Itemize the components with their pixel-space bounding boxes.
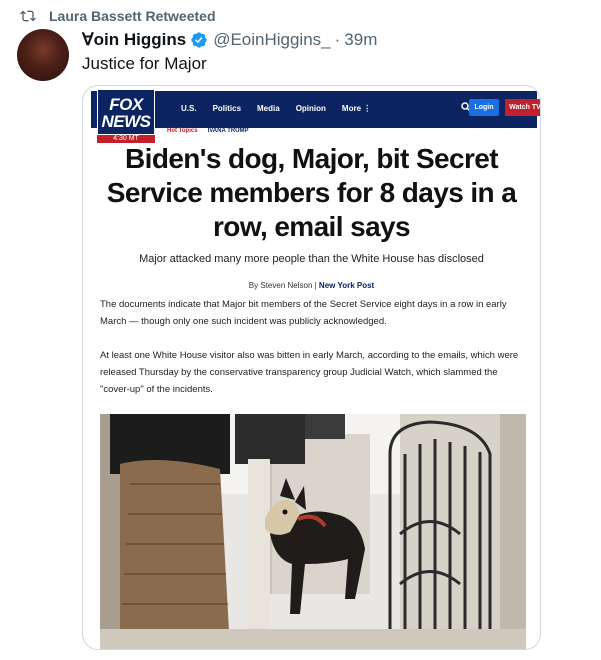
timestamp[interactable]: 39m: [344, 30, 377, 50]
tweet-text: Justice for Major: [82, 54, 207, 73]
hot-topics: Hot Topics IVANA TRUMP: [167, 128, 249, 134]
byline-author: By Steven Nelson |: [248, 281, 319, 290]
nav-link-opinion: Opinion: [295, 104, 326, 113]
fox-nav-bar: U.S. Politics Media Opinion More ⋮ Login…: [91, 91, 540, 128]
article-paragraph-2: At least one White House visitor also wa…: [100, 350, 519, 395]
article-paragraph-1: The documents indicate that Major bit me…: [100, 299, 507, 327]
avatar[interactable]: [17, 29, 69, 81]
nav-link-us: U.S.: [181, 104, 197, 113]
media-card[interactable]: U.S. Politics Media Opinion More ⋮ Login…: [82, 85, 541, 650]
article-photo-dog: [100, 414, 526, 649]
verified-badge-icon: [191, 32, 207, 48]
fox-nav-links: U.S. Politics Media Opinion More ⋮: [181, 104, 371, 113]
watch-tv-button: Watch TV: [505, 99, 540, 116]
byline-source: New York Post: [318, 281, 375, 290]
hot-topics-label: Hot Topics: [167, 128, 198, 134]
hot-topic-item: IVANA TRUMP: [207, 128, 249, 134]
retweet-indicator: Laura Bassett Retweeted: [20, 6, 216, 26]
article-byline: By Steven Nelson | New York Post: [93, 281, 530, 290]
retweet-label[interactable]: Laura Bassett Retweeted: [49, 8, 216, 24]
tweet-header: Ɐoin Higgins @EoinHiggins_ · 39m: [82, 30, 377, 50]
nav-link-more: More ⋮: [341, 104, 372, 113]
user-handle[interactable]: @EoinHiggins_: [213, 30, 330, 50]
retweet-icon: [20, 10, 36, 22]
separator-dot: ·: [334, 30, 341, 49]
logo-word-news: NEWS: [101, 112, 152, 131]
article-headline: Biden's dog, Major, bit Secret Service m…: [106, 143, 517, 242]
article-subhead: Major attacked many more people than the…: [139, 253, 484, 265]
nav-link-media: Media: [257, 104, 280, 113]
logo-word-fox: FOX: [109, 95, 143, 114]
nav-link-politics: Politics: [212, 104, 242, 113]
fox-news-logo: FOX NEWS: [97, 89, 155, 135]
login-button: Login: [469, 99, 499, 116]
display-name[interactable]: Ɐoin Higgins: [82, 30, 186, 50]
